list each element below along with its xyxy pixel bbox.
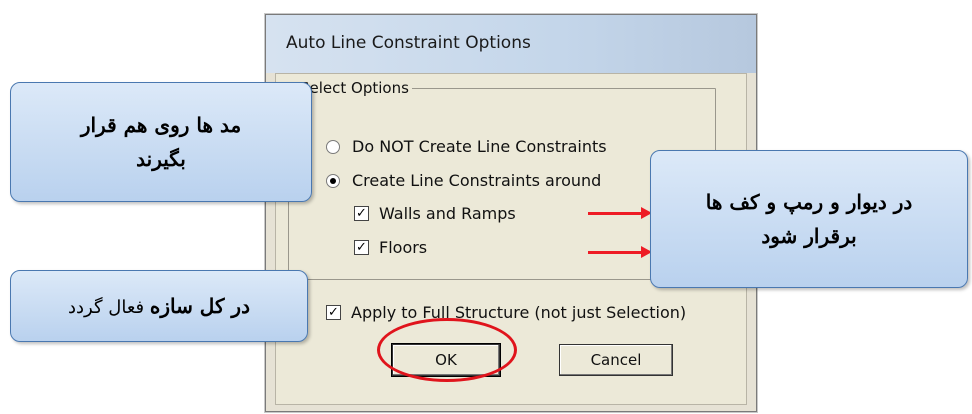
checkbox-checked-icon[interactable]: ✓ [326, 305, 341, 320]
callout-text-line2: برقرار شود [761, 224, 857, 248]
callout-bottom-left: در کل سازه فعال گردد [10, 270, 308, 342]
group-label: Select Options [297, 79, 412, 97]
dialog-title: Auto Line Constraint Options [286, 33, 531, 53]
radio-label: Do NOT Create Line Constraints [352, 137, 607, 156]
callout-bold-text: در کل سازه [149, 294, 250, 318]
radio-button-icon[interactable] [326, 139, 340, 154]
checkbox-walls-ramps[interactable]: ✓ Walls and Ramps [354, 204, 516, 223]
checkbox-checked-icon[interactable]: ✓ [354, 240, 369, 255]
checkbox-label: Apply to Full Structure (not just Select… [351, 303, 687, 322]
radio-create-around[interactable]: Create Line Constraints around [326, 171, 601, 190]
callout-rest-text: فعال گردد [68, 297, 150, 318]
callout-text-line1: در دیوار و رمپ و کف ها [705, 190, 913, 214]
cancel-button[interactable]: Cancel [559, 344, 673, 376]
callout-text-line2: بگیرند [136, 147, 186, 171]
dialog-titlebar[interactable]: Auto Line Constraint Options [266, 15, 756, 73]
ok-button[interactable]: OK [391, 343, 501, 377]
radio-label: Create Line Constraints around [352, 171, 602, 190]
radio-do-not-create[interactable]: Do NOT Create Line Constraints [326, 137, 607, 156]
checkbox-label: Walls and Ramps [379, 204, 516, 223]
callout-text-line1: مد ها روی هم قرار [80, 113, 242, 137]
red-arrow-walls [588, 207, 652, 219]
checkbox-apply-full-structure[interactable]: ✓ Apply to Full Structure (not just Sele… [326, 303, 686, 322]
callout-top-left: مد ها روی هم قرار بگیرند [10, 82, 312, 202]
checkbox-checked-icon[interactable]: ✓ [354, 206, 369, 221]
checkbox-label: Floors [379, 238, 428, 257]
callout-right: در دیوار و رمپ و کف ها برقرار شود [650, 150, 968, 288]
radio-button-selected-icon[interactable] [326, 173, 340, 188]
red-arrow-floors [588, 246, 652, 258]
checkbox-floors[interactable]: ✓ Floors [354, 238, 427, 257]
